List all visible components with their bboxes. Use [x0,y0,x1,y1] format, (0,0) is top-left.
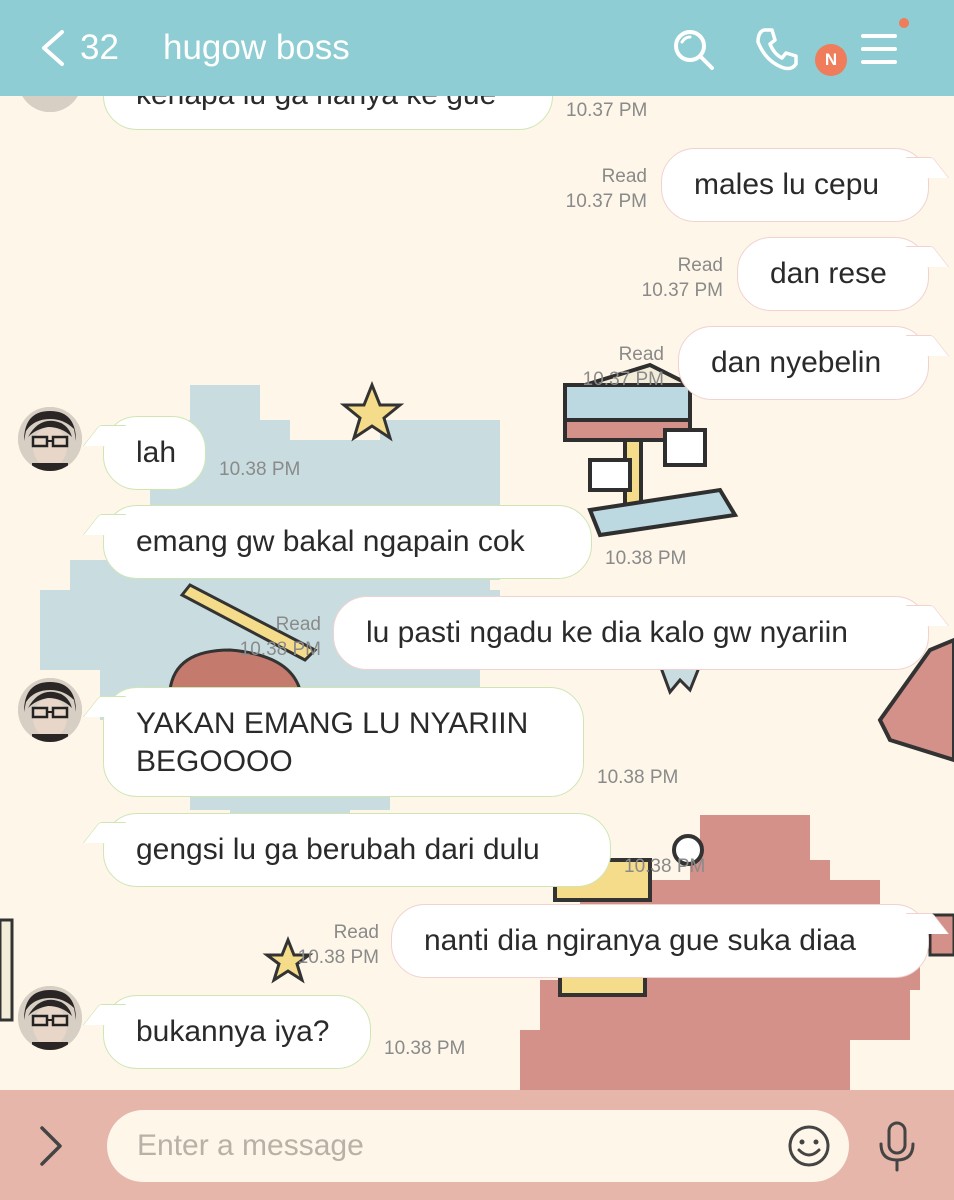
message-time: 10.38 PM [219,459,301,480]
message-bubble[interactable]: bukannya iya? [103,995,371,1069]
message-meta: Read 10.37 PM [570,342,664,392]
message-bubble[interactable]: dan nyebelin [678,326,929,400]
message-bubble[interactable]: gengsi lu ga berubah dari dulu [103,813,611,887]
message-bubble[interactable]: nanti dia ngiranya gue suka diaa [391,904,929,978]
message-bubble[interactable]: lah [103,416,206,490]
avatar[interactable] [18,986,82,1050]
message-time: 10.38 PM [605,548,687,569]
message-bubble[interactable]: YAKAN EMANG LU NYARIIN BEGOOOO [103,687,584,797]
message-time: 10.38 PM [597,767,679,788]
notes-badge-icon[interactable]: N [815,44,847,76]
message-time: 10.38 PM [239,639,321,660]
emoji-icon[interactable] [787,1124,831,1168]
unread-count[interactable]: 32 [80,28,119,68]
microphone-icon[interactable] [874,1120,920,1174]
message-time: 10.38 PM [384,1038,466,1059]
message-meta: Read 10.37 PM [630,253,723,303]
menu-icon[interactable] [855,24,905,74]
message-bubble[interactable]: males lu cepu [661,148,929,222]
chat-header: 32 hugow boss N [0,0,954,96]
search-icon[interactable] [668,24,718,74]
chevron-left-icon[interactable] [36,28,70,68]
message-input[interactable] [137,1110,777,1182]
message-time: 10.37 PM [641,280,723,301]
read-receipt: Read [677,255,723,276]
message-time: 10.37 PM [566,100,648,121]
message-bubble[interactable]: dan rese [737,237,929,311]
message-time: 10.38 PM [624,856,706,877]
message-time: 10.37 PM [565,191,647,212]
message-bubble[interactable]: lu pasti ngadu ke dia kalo gw nyariin [333,596,929,670]
message-meta: Read 10.38 PM [225,612,321,662]
message-bubble[interactable]: kenapa lu ga nanya ke gue [103,96,553,130]
notification-dot [899,18,909,28]
message-input-field[interactable] [107,1110,849,1182]
read-receipt: Read [601,166,647,187]
chevron-right-icon[interactable] [36,1124,66,1168]
phone-icon[interactable] [752,24,802,74]
read-receipt: Read [275,614,321,635]
read-receipt: Read [333,922,379,943]
avatar[interactable] [18,678,82,742]
message-meta: Read 10.37 PM [555,164,647,214]
read-receipt: Read [618,344,664,365]
chat-screen: 32 hugow boss N kenapa lu ga nanya ke gu… [0,0,954,1200]
message-meta: Read 10.38 PM [283,920,379,970]
message-list[interactable]: kenapa lu ga nanya ke gue 10.37 PM Read … [0,96,954,1092]
avatar[interactable] [18,96,82,112]
avatar[interactable] [18,407,82,471]
message-time: 10.38 PM [297,947,379,968]
message-bubble[interactable]: emang gw bakal ngapain cok [103,505,592,579]
message-time: 10.37 PM [582,369,664,390]
chat-title: hugow boss [163,28,350,67]
